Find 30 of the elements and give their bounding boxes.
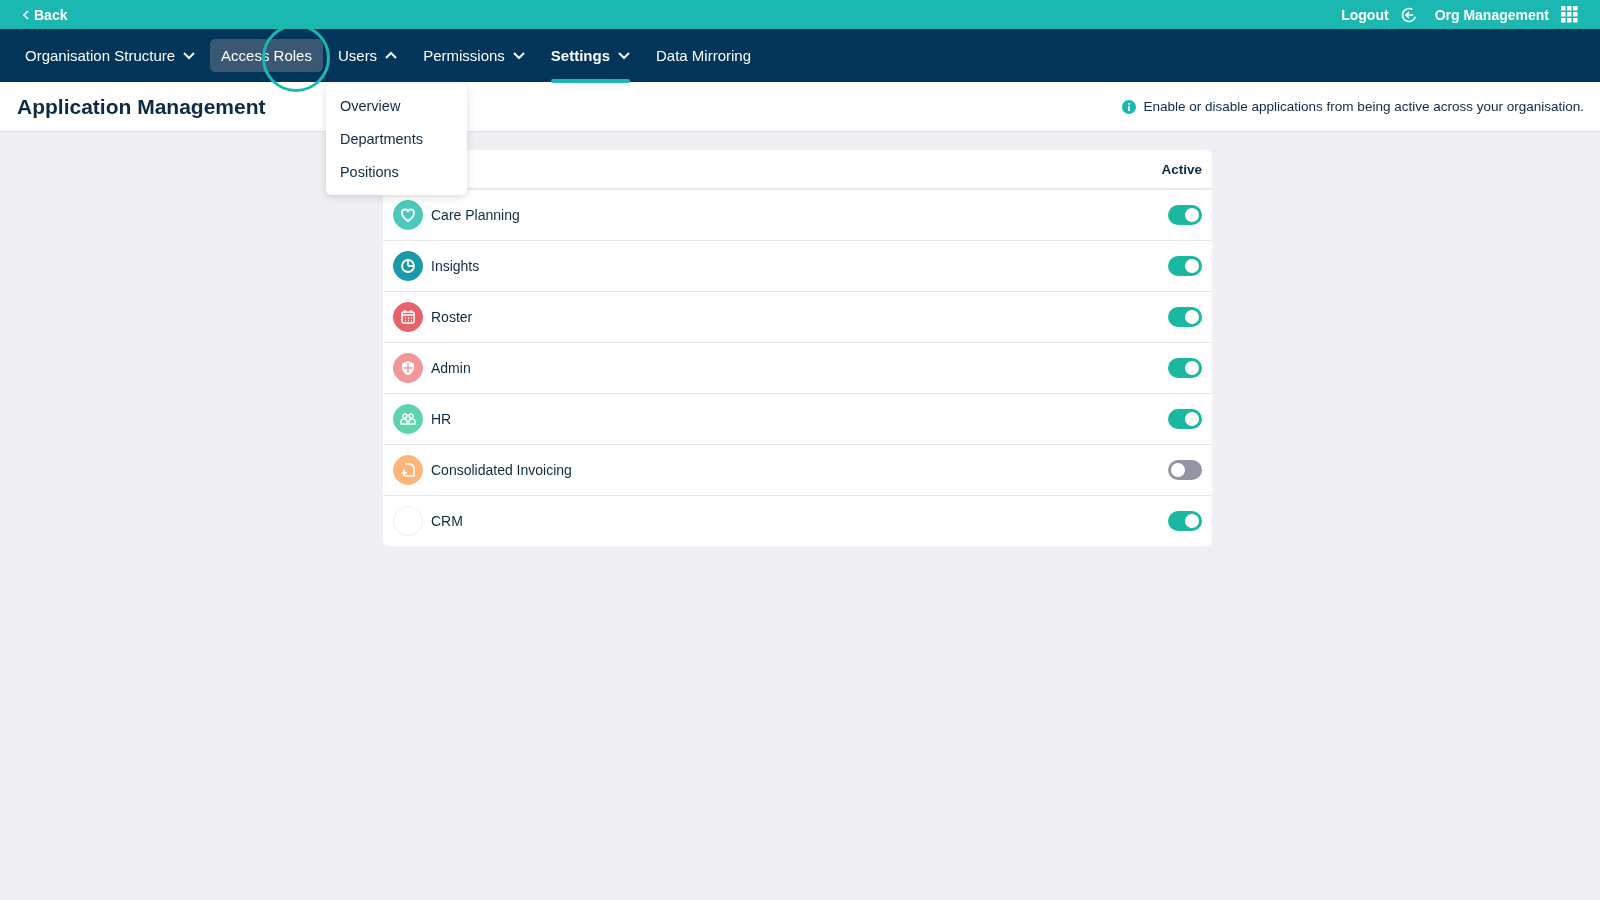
app-name: Care Planning: [431, 207, 521, 223]
app-name: CRM: [431, 513, 464, 529]
app-name: Admin: [431, 360, 472, 376]
menu-item[interactable]: Overview: [325, 90, 467, 123]
toggle-switch[interactable]: [1168, 409, 1202, 429]
menu-item[interactable]: Positions: [325, 156, 467, 189]
toggle-switch[interactable]: [1168, 205, 1202, 225]
nav-tab[interactable]: Access Roles: [210, 39, 323, 72]
toggle-switch[interactable]: [1168, 358, 1202, 378]
toggle-switch[interactable]: [1168, 460, 1202, 480]
chevron-left-icon: [22, 9, 30, 20]
toggle-switch[interactable]: [1168, 511, 1202, 531]
nav-tab[interactable]: Permissions: [412, 39, 536, 72]
logout-icon[interactable]: [1400, 6, 1417, 23]
app-name: HR: [431, 411, 453, 427]
app-name: Insights: [431, 258, 481, 274]
app-name: Roster: [431, 309, 474, 325]
page-title: Application Management: [17, 94, 266, 119]
column-header: Active: [1161, 161, 1202, 177]
toggle-switch[interactable]: [1168, 256, 1202, 276]
toggle-switch[interactable]: [1168, 307, 1202, 327]
nav-tab[interactable]: Organisation Structure: [14, 39, 207, 72]
nav-tab[interactable]: Data Mirroring: [645, 39, 763, 72]
info-icon: [1121, 99, 1136, 114]
nav-tab[interactable]: Users: [326, 39, 409, 72]
menu-item[interactable]: Departments: [325, 123, 467, 156]
nav-tab[interactable]: Settings: [539, 39, 641, 72]
app-grid-icon[interactable]: [1561, 6, 1578, 23]
app-name: Consolidated Invoicing: [431, 462, 573, 478]
info-text: Enable or disable applications from being active across your organisation.: [1143, 99, 1584, 114]
